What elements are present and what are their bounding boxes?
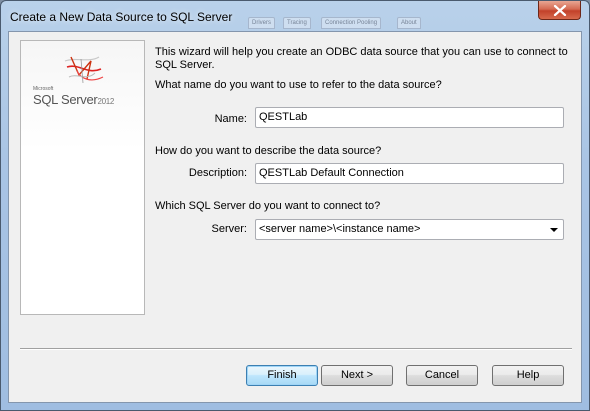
close-icon — [553, 5, 567, 16]
background-tab-connection-pooling: Connection Pooling — [321, 17, 382, 29]
name-input-value: QESTLab — [259, 111, 308, 123]
help-button[interactable]: Help — [492, 365, 564, 386]
intro-line-2: SQL Server. — [155, 59, 215, 71]
logo-version: 2012 — [97, 97, 115, 106]
description-question: How do you want to describe the data sou… — [155, 145, 382, 157]
cancel-button[interactable]: Cancel — [406, 365, 478, 386]
logo-product: SQL Server2012 — [33, 92, 114, 107]
logo-panel: Microsoft SQL Server2012 — [20, 40, 145, 315]
background-tab-drivers: Drivers — [248, 17, 275, 29]
name-label: Name: — [214, 113, 247, 125]
name-question: What name do you want to use to refer to… — [155, 79, 442, 91]
background-tab-tracing: Tracing — [283, 17, 311, 29]
name-input[interactable]: QESTLab — [255, 107, 564, 128]
chevron-down-icon[interactable] — [550, 228, 558, 232]
description-input[interactable]: QESTLab Default Connection — [255, 163, 564, 184]
background-tab-about: About — [397, 17, 421, 29]
close-button[interactable] — [538, 1, 581, 20]
server-label: Server: — [211, 223, 247, 235]
description-input-value: QESTLab Default Connection — [259, 167, 404, 179]
server-combobox[interactable]: <server name>\<instance name> — [255, 219, 564, 240]
server-question: Which SQL Server do you want to connect … — [155, 200, 381, 212]
button-divider — [20, 348, 572, 350]
title-bar[interactable]: Create a New Data Source to SQL Server D… — [1, 1, 589, 31]
logo-product-name: SQL Server — [33, 92, 98, 107]
description-label: Description: — [188, 167, 247, 179]
intro-line-1: This wizard will help you create an ODBC… — [155, 46, 568, 58]
server-combobox-value: <server name>\<instance name> — [259, 223, 421, 235]
next-button[interactable]: Next > — [321, 365, 393, 386]
finish-button[interactable]: Finish — [246, 365, 318, 386]
window-title: Create a New Data Source to SQL Server — [10, 10, 233, 24]
sql-server-logo-icon — [64, 56, 104, 84]
